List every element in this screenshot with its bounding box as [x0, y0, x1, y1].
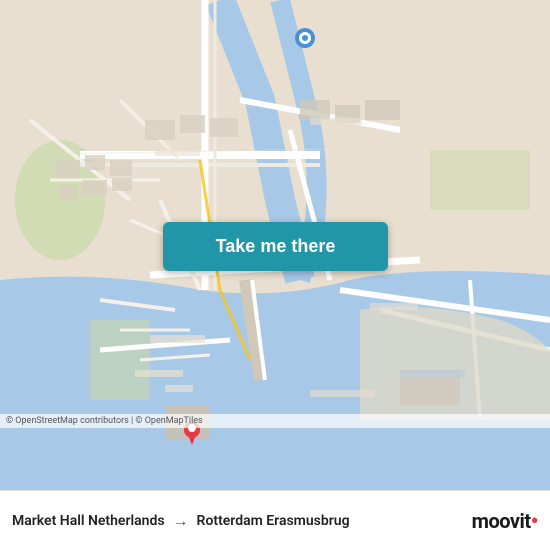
moovit-logo-text: moovit• [472, 509, 538, 533]
origin-label: Market Hall Netherlands [12, 513, 165, 529]
map-attribution: © OpenStreetMap contributors | © OpenMap… [0, 414, 550, 428]
map-container: Take me there © OpenStreetMap contributo… [0, 0, 550, 490]
take-me-there-button[interactable]: Take me there [163, 222, 388, 271]
bottom-bar: Market Hall Netherlands → Rotterdam Eras… [0, 490, 550, 550]
moovit-logo: moovit• [472, 509, 538, 533]
route-arrow-icon: → [173, 511, 189, 531]
destination-label: Rotterdam Erasmusbrug [197, 513, 350, 529]
route-info: Market Hall Netherlands → Rotterdam Eras… [12, 511, 472, 531]
